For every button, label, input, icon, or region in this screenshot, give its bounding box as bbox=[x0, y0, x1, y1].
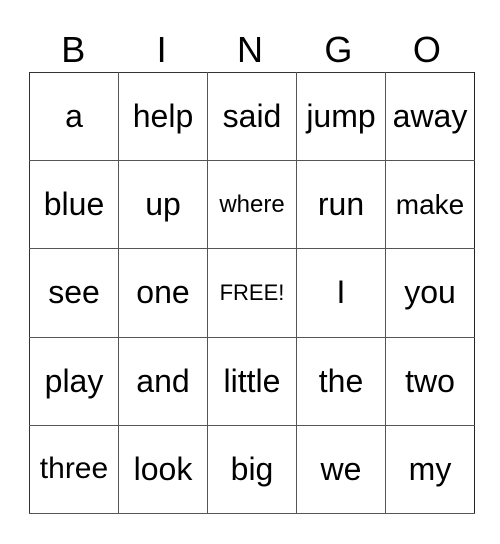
bingo-cell[interactable]: look bbox=[118, 424, 208, 515]
bingo-cell[interactable]: three bbox=[29, 424, 119, 515]
header-letter-i: I bbox=[156, 29, 167, 70]
bingo-cell[interactable]: a bbox=[29, 71, 119, 162]
bingo-cell[interactable]: away bbox=[385, 71, 475, 162]
bingo-row: play and little the two bbox=[29, 336, 475, 426]
bingo-cell[interactable]: make bbox=[385, 160, 475, 250]
bingo-cell[interactable]: little bbox=[207, 336, 297, 426]
bingo-cell[interactable]: one bbox=[118, 248, 208, 338]
bingo-row: three look big we my bbox=[29, 424, 475, 515]
bingo-cell[interactable]: you bbox=[385, 248, 475, 338]
bingo-cell[interactable]: see bbox=[29, 248, 119, 338]
bingo-cell[interactable]: said bbox=[207, 71, 297, 162]
bingo-cell[interactable]: two bbox=[385, 336, 475, 426]
bingo-cell[interactable]: up bbox=[118, 160, 208, 250]
bingo-cell[interactable]: the bbox=[296, 336, 386, 426]
bingo-cell[interactable]: big bbox=[207, 424, 297, 515]
bingo-cell[interactable]: I bbox=[296, 248, 386, 338]
header-letter-o: O bbox=[412, 29, 441, 70]
bingo-cell[interactable]: jump bbox=[296, 71, 386, 162]
bingo-grid: a help said jump away blue up where run … bbox=[29, 71, 475, 515]
bingo-cell[interactable]: and bbox=[118, 336, 208, 426]
bingo-row: a help said jump away bbox=[29, 71, 475, 162]
free-space-cell[interactable]: FREE! bbox=[207, 248, 297, 338]
bingo-cell[interactable]: my bbox=[385, 424, 475, 515]
bingo-cell[interactable]: help bbox=[118, 71, 208, 162]
bingo-header: B I N G O bbox=[29, 28, 471, 72]
bingo-cell[interactable]: we bbox=[296, 424, 386, 515]
bingo-cell[interactable]: run bbox=[296, 160, 386, 250]
header-letter-b: B bbox=[61, 29, 86, 70]
bingo-row: see one FREE! I you bbox=[29, 248, 475, 338]
bingo-cell[interactable]: play bbox=[29, 336, 119, 426]
header-letter-g: G bbox=[324, 29, 353, 70]
bingo-row: blue up where run make bbox=[29, 160, 475, 250]
bingo-cell[interactable]: where bbox=[207, 160, 297, 250]
bingo-cell[interactable]: blue bbox=[29, 160, 119, 250]
header-letter-n: N bbox=[237, 29, 264, 70]
